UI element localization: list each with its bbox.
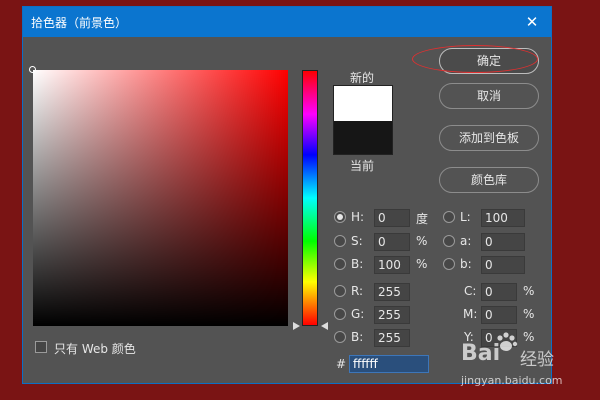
h-label: H: — [351, 210, 365, 224]
rgb-b-label: B: — [351, 330, 364, 344]
color-field-marker[interactable] — [29, 66, 36, 73]
s-radio[interactable] — [334, 235, 346, 247]
m-unit: % — [523, 307, 535, 321]
lab-b-label: b: — [460, 257, 472, 271]
web-colors-only-label: 只有 Web 颜色 — [54, 342, 136, 356]
b-input[interactable]: 100 — [374, 256, 410, 274]
color-libraries-button[interactable]: 颜色库 — [439, 167, 539, 193]
r-radio[interactable] — [334, 285, 346, 297]
h-radio[interactable] — [334, 211, 346, 223]
b-radio[interactable] — [334, 258, 346, 270]
b-label: B: — [351, 257, 364, 271]
hue-slider[interactable] — [302, 70, 318, 326]
g-label: G: — [351, 307, 365, 321]
r-label: R: — [351, 284, 364, 298]
c-label: C: — [464, 284, 477, 298]
annotation-highlight-circle — [412, 45, 538, 73]
s-input[interactable]: 0 — [374, 233, 410, 251]
cancel-button[interactable]: 取消 — [439, 83, 539, 109]
watermark-url: jingyan.baidu.com — [461, 374, 563, 387]
web-colors-only-checkbox[interactable] — [35, 341, 47, 353]
close-icon[interactable]: ✕ — [523, 11, 541, 33]
saturation-brightness-field[interactable] — [33, 70, 288, 326]
lab-b-radio[interactable] — [443, 258, 455, 270]
dialog-title: 拾色器（前景色） — [31, 16, 128, 30]
hex-input[interactable]: ffffff — [349, 355, 429, 373]
a-label: a: — [460, 234, 472, 248]
current-color-label: 当前 — [350, 159, 375, 173]
hex-label: # — [336, 357, 347, 371]
watermark-brand-tail: 经验 — [520, 350, 554, 370]
b-unit: % — [416, 257, 428, 271]
title-bar[interactable]: 拾色器（前景色） ✕ — [23, 7, 551, 37]
rgb-b-radio[interactable] — [334, 331, 346, 343]
h-input[interactable]: 0 — [374, 209, 410, 227]
g-input[interactable]: 255 — [374, 306, 410, 324]
r-input[interactable]: 255 — [374, 283, 410, 301]
l-label: L: — [460, 210, 471, 224]
m-label: M: — [463, 307, 478, 321]
lab-b-input[interactable]: 0 — [481, 256, 525, 274]
baidu-paw-icon — [497, 332, 518, 351]
l-radio[interactable] — [443, 211, 455, 223]
c-unit: % — [523, 284, 535, 298]
new-color-label: 新的 — [350, 71, 375, 85]
a-input[interactable]: 0 — [481, 233, 525, 251]
l-input[interactable]: 100 — [481, 209, 525, 227]
s-unit: % — [416, 234, 428, 248]
m-input[interactable]: 0 — [481, 306, 517, 324]
y-unit: % — [523, 330, 535, 344]
rgb-b-input[interactable]: 255 — [374, 329, 410, 347]
c-input[interactable]: 0 — [481, 283, 517, 301]
current-color-swatch[interactable] — [333, 121, 393, 155]
add-to-swatches-button[interactable]: 添加到色板 — [439, 125, 539, 151]
h-unit: 度 — [416, 212, 429, 226]
s-label: S: — [351, 234, 363, 248]
hue-slider-left-arrow-icon[interactable] — [293, 322, 300, 330]
g-radio[interactable] — [334, 308, 346, 320]
a-radio[interactable] — [443, 235, 455, 247]
new-color-swatch — [333, 85, 393, 121]
color-picker-dialog: 拾色器（前景色） ✕ 新的 当前 确定 取消 添加到色板 颜色库 H: 0 度 … — [22, 6, 552, 384]
hue-slider-right-arrow-icon[interactable] — [321, 322, 328, 330]
